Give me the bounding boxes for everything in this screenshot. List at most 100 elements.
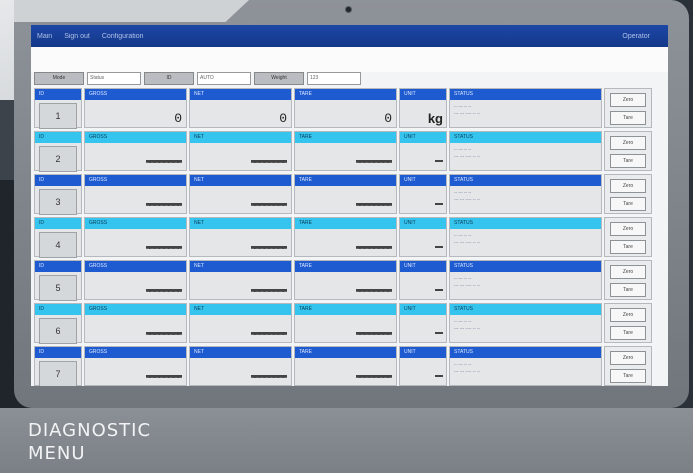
id-cell: ID 6 bbox=[34, 303, 82, 344]
status-header: STATUS bbox=[450, 89, 601, 100]
tare-button[interactable]: Tare bbox=[610, 154, 646, 168]
scale-id-button[interactable]: 1 bbox=[39, 103, 77, 129]
status-header: STATUS bbox=[450, 175, 601, 186]
unit-header: UNIT bbox=[400, 218, 446, 229]
zero-button[interactable]: Zero bbox=[610, 222, 646, 236]
tare-header: TARE bbox=[295, 218, 396, 229]
scale-id-button[interactable]: 4 bbox=[39, 232, 77, 258]
tare-button[interactable]: Tare bbox=[610, 326, 646, 340]
net-header: NET bbox=[190, 218, 291, 229]
net-placeholder bbox=[251, 289, 287, 292]
unit-cell: UNIT kg bbox=[399, 88, 447, 128]
status-header: STATUS bbox=[450, 347, 601, 358]
scale-id-button[interactable]: 5 bbox=[39, 275, 77, 301]
id-cell: ID 5 bbox=[34, 260, 82, 301]
action-cell: Zero Tare bbox=[604, 303, 652, 343]
net-header: NET bbox=[190, 347, 291, 358]
unit-placeholder bbox=[435, 289, 443, 291]
net-cell: NET bbox=[189, 260, 292, 300]
unit-placeholder bbox=[435, 332, 443, 334]
status-value[interactable]: Status bbox=[87, 72, 141, 85]
net-cell: NET bbox=[189, 217, 292, 257]
unit-cell: UNIT bbox=[399, 174, 447, 214]
scale-row: ID 2 GROSS NET TARE UNIT STATUS -- --- -… bbox=[34, 131, 666, 172]
menu-item-config[interactable]: Configuration bbox=[102, 33, 144, 40]
tare-cell: TARE bbox=[294, 174, 397, 214]
zero-button[interactable]: Zero bbox=[610, 265, 646, 279]
tare-header: TARE bbox=[295, 347, 396, 358]
gross-header: GROSS bbox=[85, 304, 186, 315]
gross-header: GROSS bbox=[85, 89, 186, 100]
tare-header: TARE bbox=[295, 89, 396, 100]
status-cell: STATUS -- --- -- -- --- --- ---- -- -- bbox=[449, 260, 602, 300]
id-header: ID bbox=[35, 347, 81, 358]
status-line-2: --- --- ---- -- -- bbox=[454, 111, 480, 116]
status-line-2: --- --- ---- -- -- bbox=[454, 369, 480, 374]
net-header: NET bbox=[190, 175, 291, 186]
menu-item-main[interactable]: Main bbox=[37, 33, 52, 40]
unit-header: UNIT bbox=[400, 347, 446, 358]
net-placeholder bbox=[251, 246, 287, 249]
scale-id-button[interactable]: 6 bbox=[39, 318, 77, 344]
status-line-2: --- --- ---- -- -- bbox=[454, 154, 480, 159]
tare-button[interactable]: Tare bbox=[610, 369, 646, 383]
unit-placeholder bbox=[435, 203, 443, 205]
zero-button[interactable]: Zero bbox=[610, 136, 646, 150]
status-line-1: -- --- -- -- bbox=[454, 147, 472, 152]
caption-line-1: DIAGNOSTIC bbox=[28, 420, 152, 441]
status-value[interactable]: AUTO bbox=[197, 72, 251, 85]
status-line-1: -- --- -- -- bbox=[454, 362, 472, 367]
action-cell: Zero Tare bbox=[604, 174, 652, 214]
scale-row: ID 1 GROSS 0 NET 0 TARE 0 UNIT kg STATUS… bbox=[34, 88, 666, 129]
id-cell: ID 2 bbox=[34, 131, 82, 172]
unit-header: UNIT bbox=[400, 261, 446, 272]
status-header: STATUS bbox=[450, 304, 601, 315]
unit-cell: UNIT bbox=[399, 217, 447, 257]
unit-header: UNIT bbox=[400, 132, 446, 143]
gross-cell: GROSS bbox=[84, 131, 187, 171]
menu-user[interactable]: Operator bbox=[622, 33, 650, 40]
status-cell: STATUS -- --- -- -- --- --- ---- -- -- bbox=[449, 174, 602, 214]
zero-button[interactable]: Zero bbox=[610, 308, 646, 322]
net-cell: NET bbox=[189, 174, 292, 214]
unit-cell: UNIT bbox=[399, 303, 447, 343]
gross-placeholder bbox=[146, 160, 182, 163]
gross-cell: GROSS bbox=[84, 260, 187, 300]
zero-button[interactable]: Zero bbox=[610, 351, 646, 365]
net-header: NET bbox=[190, 89, 291, 100]
gross-header: GROSS bbox=[85, 347, 186, 358]
gross-placeholder bbox=[146, 246, 182, 249]
menu-item-signout[interactable]: Sign out bbox=[64, 33, 90, 40]
scale-id-button[interactable]: 3 bbox=[39, 189, 77, 215]
status-line-1: -- --- -- -- bbox=[454, 319, 472, 324]
net-cell: NET bbox=[189, 131, 292, 171]
tare-button[interactable]: Tare bbox=[610, 197, 646, 211]
zero-button[interactable]: Zero bbox=[610, 93, 646, 107]
status-cell: STATUS -- --- -- -- --- --- ---- -- -- bbox=[449, 303, 602, 343]
zero-button[interactable]: Zero bbox=[610, 179, 646, 193]
scale-id-button[interactable]: 2 bbox=[39, 146, 77, 172]
net-placeholder bbox=[251, 332, 287, 335]
tare-header: TARE bbox=[295, 175, 396, 186]
status-value[interactable]: 123 bbox=[307, 72, 361, 85]
status-bar: Mode Status ID AUTO Weight 123 bbox=[34, 72, 361, 85]
unit-placeholder bbox=[435, 246, 443, 248]
net-cell: NET 0 bbox=[189, 88, 292, 128]
tare-cell: TARE bbox=[294, 260, 397, 300]
id-cell: ID 4 bbox=[34, 217, 82, 258]
status-line-2: --- --- ---- -- -- bbox=[454, 197, 480, 202]
tablet-screen: Main Sign out Configuration Operator Mod… bbox=[31, 25, 668, 386]
bezel-highlight bbox=[14, 0, 249, 22]
tare-button[interactable]: Tare bbox=[610, 283, 646, 297]
unit-placeholder bbox=[435, 160, 443, 162]
tare-placeholder bbox=[356, 375, 392, 378]
scale-id-button[interactable]: 7 bbox=[39, 361, 77, 386]
scale-grid: ID 1 GROSS 0 NET 0 TARE 0 UNIT kg STATUS… bbox=[34, 88, 666, 386]
id-header: ID bbox=[35, 89, 81, 100]
gross-cell: GROSS bbox=[84, 346, 187, 386]
gross-cell: GROSS bbox=[84, 217, 187, 257]
tare-button[interactable]: Tare bbox=[610, 111, 646, 125]
tare-button[interactable]: Tare bbox=[610, 240, 646, 254]
id-header: ID bbox=[35, 218, 81, 229]
unit-cell: UNIT bbox=[399, 131, 447, 171]
